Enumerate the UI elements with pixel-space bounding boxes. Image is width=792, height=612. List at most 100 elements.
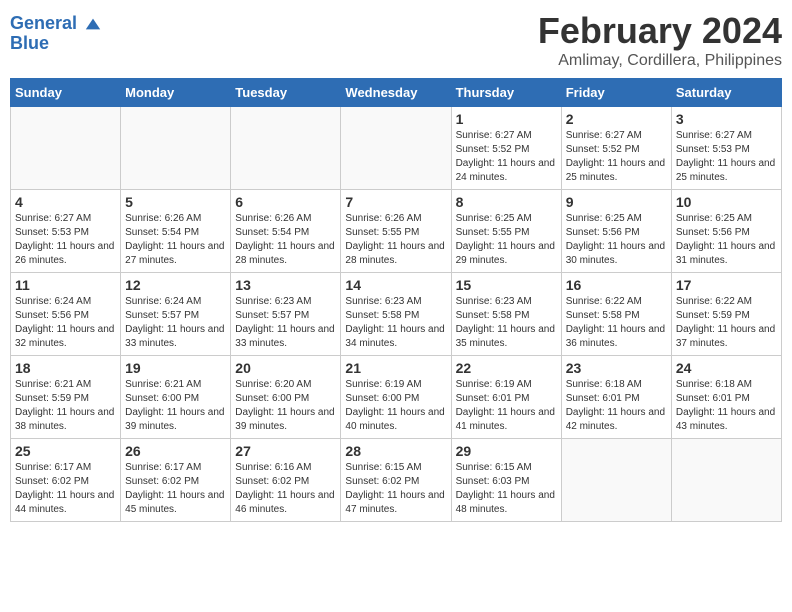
table-row: 21Sunrise: 6:19 AM Sunset: 6:00 PM Dayli… — [341, 356, 451, 439]
table-row: 1 Sunrise: 6:27 AM Sunset: 5:52 PM Daylig… — [451, 107, 561, 190]
logo-blue: Blue — [10, 34, 102, 54]
table-row: 16Sunrise: 6:22 AM Sunset: 5:58 PM Dayli… — [561, 273, 671, 356]
day-info: Sunrise: 6:22 AM Sunset: 5:59 PM Dayligh… — [676, 295, 777, 351]
day-info: Sunrise: 6:15 AM Sunset: 6:03 PM Dayligh… — [456, 461, 557, 517]
day-number: 28 — [345, 443, 446, 459]
day-info: Sunrise: 6:20 AM Sunset: 6:00 PM Dayligh… — [235, 378, 336, 434]
title-area: February 2024 Amlimay, Cordillera, Phili… — [538, 10, 782, 70]
table-row: 5 Sunrise: 6:26 AM Sunset: 5:54 PM Daylig… — [121, 190, 231, 273]
calendar-week-2: 4Sunrise: 6:27 AM Sunset: 5:53 PM Daylig… — [11, 190, 782, 273]
table-row — [231, 107, 341, 190]
calendar-week-3: 11 Sunrise: 6:24 AM Sunset: 5:56 PM Dayli… — [11, 273, 782, 356]
day-info: Sunrise: 6:21 AM Sunset: 6:00 PM Dayligh… — [125, 378, 226, 434]
day-info: Sunrise: 6:27 AM Sunset: 5:52 PM Dayligh… — [456, 129, 557, 185]
day-number: 23 — [566, 360, 667, 376]
day-number: 20 — [235, 360, 336, 376]
day-info: Sunrise: 6:26 AM Sunset: 5:54 PM Dayligh… — [235, 212, 336, 268]
day-number: 14 — [345, 277, 446, 293]
day-number: 2 — [566, 111, 667, 127]
col-monday: Monday — [121, 79, 231, 107]
day-number: 5 — [125, 194, 226, 210]
day-info: Sunrise: 6:15 AM Sunset: 6:02 PM Dayligh… — [345, 461, 446, 517]
table-row — [121, 107, 231, 190]
table-row: 25 Sunrise: 6:17 AM Sunset: 6:02 PM Dayli… — [11, 439, 121, 522]
table-row: 13 Sunrise: 6:23 AM Sunset: 5:57 PM Dayli… — [231, 273, 341, 356]
calendar-title: February 2024 — [538, 10, 782, 52]
day-info: Sunrise: 6:25 AM Sunset: 5:55 PM Dayligh… — [456, 212, 557, 268]
day-info: Sunrise: 6:23 AM Sunset: 5:58 PM Dayligh… — [456, 295, 557, 351]
day-info: Sunrise: 6:24 AM Sunset: 5:57 PM Dayligh… — [125, 295, 226, 351]
table-row: 11 Sunrise: 6:24 AM Sunset: 5:56 PM Dayli… — [11, 273, 121, 356]
table-row: 6 Sunrise: 6:26 AM Sunset: 5:54 PM Daylig… — [231, 190, 341, 273]
day-number: 26 — [125, 443, 226, 459]
table-row: 7 Sunrise: 6:26 AM Sunset: 5:55 PM Daylig… — [341, 190, 451, 273]
table-row: 9Sunrise: 6:25 AM Sunset: 5:56 PM Daylig… — [561, 190, 671, 273]
table-row: 29 Sunrise: 6:15 AM Sunset: 6:03 PM Dayli… — [451, 439, 561, 522]
day-info: Sunrise: 6:17 AM Sunset: 6:02 PM Dayligh… — [125, 461, 226, 517]
col-wednesday: Wednesday — [341, 79, 451, 107]
table-row: 3 Sunrise: 6:27 AM Sunset: 5:53 PM Daylig… — [671, 107, 781, 190]
day-number: 19 — [125, 360, 226, 376]
calendar-table: Sunday Monday Tuesday Wednesday Thursday… — [10, 78, 782, 522]
day-info: Sunrise: 6:23 AM Sunset: 5:58 PM Dayligh… — [345, 295, 446, 351]
table-row: 23 Sunrise: 6:18 AM Sunset: 6:01 PM Dayli… — [561, 356, 671, 439]
day-info: Sunrise: 6:18 AM Sunset: 6:01 PM Dayligh… — [676, 378, 777, 434]
day-number: 11 — [15, 277, 116, 293]
day-info: Sunrise: 6:25 AM Sunset: 5:56 PM Dayligh… — [566, 212, 667, 268]
day-info: Sunrise: 6:16 AM Sunset: 6:02 PM Dayligh… — [235, 461, 336, 517]
day-number: 22 — [456, 360, 557, 376]
day-info: Sunrise: 6:22 AM Sunset: 5:58 PM Dayligh… — [566, 295, 667, 351]
day-number: 3 — [676, 111, 777, 127]
day-info: Sunrise: 6:19 AM Sunset: 6:00 PM Dayligh… — [345, 378, 446, 434]
day-info: Sunrise: 6:23 AM Sunset: 5:57 PM Dayligh… — [235, 295, 336, 351]
day-number: 24 — [676, 360, 777, 376]
table-row: 12 Sunrise: 6:24 AM Sunset: 5:57 PM Dayli… — [121, 273, 231, 356]
calendar-week-4: 18Sunrise: 6:21 AM Sunset: 5:59 PM Dayli… — [11, 356, 782, 439]
table-row: 28 Sunrise: 6:15 AM Sunset: 6:02 PM Dayli… — [341, 439, 451, 522]
col-friday: Friday — [561, 79, 671, 107]
day-info: Sunrise: 6:26 AM Sunset: 5:55 PM Dayligh… — [345, 212, 446, 268]
calendar-week-5: 25 Sunrise: 6:17 AM Sunset: 6:02 PM Dayli… — [11, 439, 782, 522]
day-info: Sunrise: 6:27 AM Sunset: 5:52 PM Dayligh… — [566, 129, 667, 185]
day-info: Sunrise: 6:27 AM Sunset: 5:53 PM Dayligh… — [676, 129, 777, 185]
table-row: 4Sunrise: 6:27 AM Sunset: 5:53 PM Daylig… — [11, 190, 121, 273]
table-row: 15 Sunrise: 6:23 AM Sunset: 5:58 PM Dayli… — [451, 273, 561, 356]
day-number: 25 — [15, 443, 116, 459]
day-number: 4 — [15, 194, 116, 210]
calendar-week-1: 1 Sunrise: 6:27 AM Sunset: 5:52 PM Daylig… — [11, 107, 782, 190]
col-thursday: Thursday — [451, 79, 561, 107]
table-row: 14 Sunrise: 6:23 AM Sunset: 5:58 PM Dayli… — [341, 273, 451, 356]
day-info: Sunrise: 6:17 AM Sunset: 6:02 PM Dayligh… — [15, 461, 116, 517]
table-row — [11, 107, 121, 190]
day-number: 18 — [15, 360, 116, 376]
table-row: 27 Sunrise: 6:16 AM Sunset: 6:02 PM Dayli… — [231, 439, 341, 522]
col-tuesday: Tuesday — [231, 79, 341, 107]
day-info: Sunrise: 6:18 AM Sunset: 6:01 PM Dayligh… — [566, 378, 667, 434]
table-row: 2 Sunrise: 6:27 AM Sunset: 5:52 PM Daylig… — [561, 107, 671, 190]
table-row: 26 Sunrise: 6:17 AM Sunset: 6:02 PM Dayli… — [121, 439, 231, 522]
day-number: 29 — [456, 443, 557, 459]
table-row — [561, 439, 671, 522]
table-row: 22Sunrise: 6:19 AM Sunset: 6:01 PM Dayli… — [451, 356, 561, 439]
day-number: 7 — [345, 194, 446, 210]
day-number: 6 — [235, 194, 336, 210]
day-number: 17 — [676, 277, 777, 293]
table-row: 20 Sunrise: 6:20 AM Sunset: 6:00 PM Dayli… — [231, 356, 341, 439]
table-row: 19 Sunrise: 6:21 AM Sunset: 6:00 PM Dayli… — [121, 356, 231, 439]
table-row: 18Sunrise: 6:21 AM Sunset: 5:59 PM Dayli… — [11, 356, 121, 439]
day-info: Sunrise: 6:24 AM Sunset: 5:56 PM Dayligh… — [15, 295, 116, 351]
day-info: Sunrise: 6:26 AM Sunset: 5:54 PM Dayligh… — [125, 212, 226, 268]
table-row: 8Sunrise: 6:25 AM Sunset: 5:55 PM Daylig… — [451, 190, 561, 273]
calendar-subtitle: Amlimay, Cordillera, Philippines — [538, 52, 782, 70]
table-row: 10Sunrise: 6:25 AM Sunset: 5:56 PM Dayli… — [671, 190, 781, 273]
day-number: 27 — [235, 443, 336, 459]
col-saturday: Saturday — [671, 79, 781, 107]
day-number: 12 — [125, 277, 226, 293]
logo: General Blue — [10, 14, 102, 54]
day-number: 13 — [235, 277, 336, 293]
table-row: 17 Sunrise: 6:22 AM Sunset: 5:59 PM Dayli… — [671, 273, 781, 356]
day-info: Sunrise: 6:25 AM Sunset: 5:56 PM Dayligh… — [676, 212, 777, 268]
day-number: 15 — [456, 277, 557, 293]
page-header: General Blue February 2024 Amlimay, Cord… — [10, 10, 782, 70]
day-number: 1 — [456, 111, 557, 127]
